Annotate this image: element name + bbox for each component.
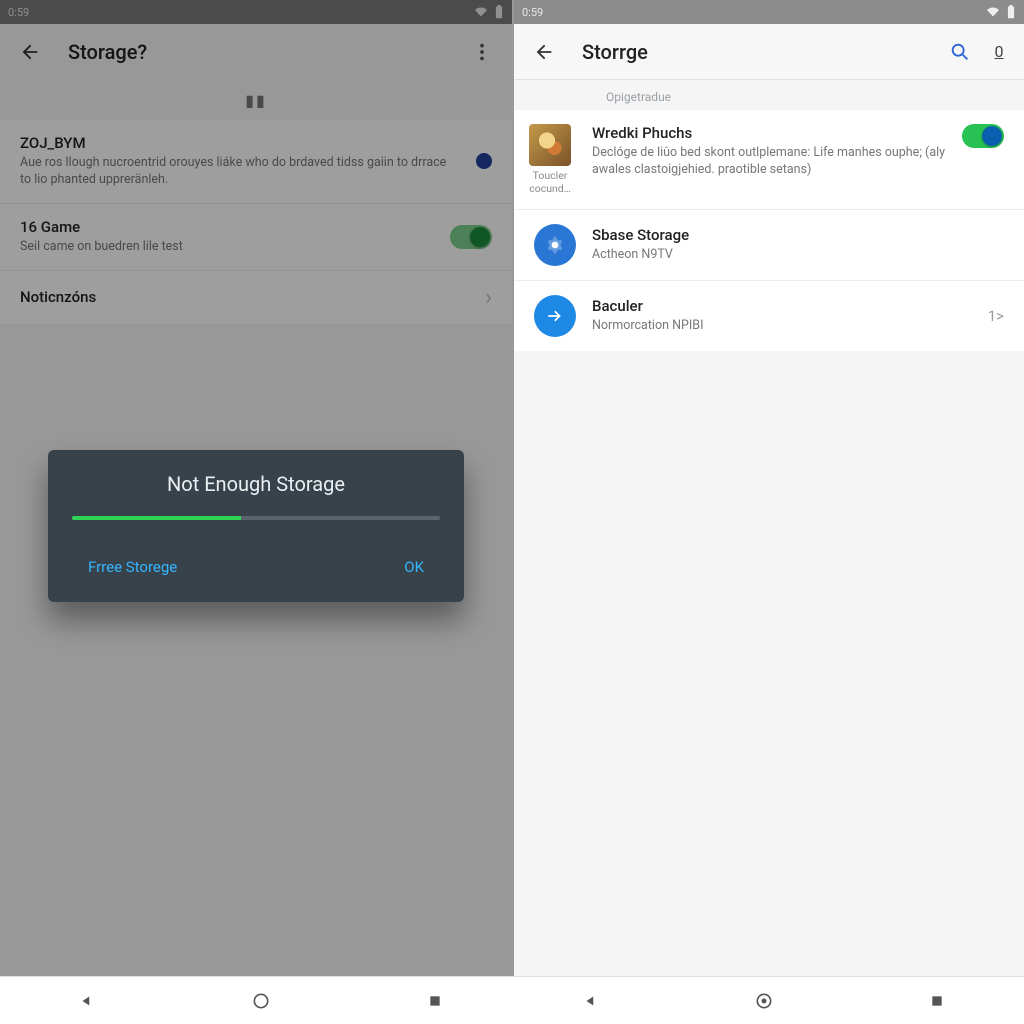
list-item-game[interactable]: 16 Game Seil came on buedren lile test [0,204,512,271]
item-title: Sbase Storage [592,226,1004,244]
toggle-wredki[interactable] [962,124,1004,148]
back-button[interactable] [8,30,52,74]
item-desc: Normorcation NPIBI [592,318,972,335]
nav-home-icon[interactable] [247,987,275,1015]
search-button[interactable] [938,30,982,74]
status-time: 0:59 [8,6,29,19]
not-enough-storage-dialog: Not Enough Storage Frree Storege OK [48,450,464,602]
app-thumbnail-icon [529,124,571,166]
settings-list: Opigetradue Toucler cocund… Wredki Phuch… [514,80,1024,1024]
status-bar: 0:59 [514,0,1024,24]
nav-back-icon[interactable] [577,987,605,1015]
pause-icon: ▮▮ [245,91,267,110]
radio-selected-icon [476,153,492,169]
right-pane: 0:59 Storrge 0 Opigetradue [512,0,1024,1024]
list-item-notifications[interactable]: Noticnzóns › [0,271,512,324]
nav-recents-icon[interactable] [923,987,951,1015]
toggle-game[interactable] [450,225,492,249]
wifi-icon [474,6,488,18]
leading-caption: Toucler cocund… [529,169,571,195]
item-desc: Seil came on buedren lile test [20,239,434,256]
page-title: Storage? [68,40,460,64]
free-storage-button[interactable]: Frree Storege [78,550,187,584]
ok-button[interactable]: OK [394,550,434,584]
more-menu-button[interactable] [460,30,504,74]
nav-back-icon[interactable] [73,987,101,1015]
dialog-title: Not Enough Storage [72,472,440,496]
section-subheader: Opigetradue [514,80,1024,110]
item-desc: Aue ros llough nucroentrid orouyes liáke… [20,155,460,189]
left-pane: 0:59 Storage? ▮▮ [0,0,512,1024]
badge-count[interactable]: 0 [982,30,1016,74]
item-title: 16 Game [20,218,434,236]
gear-badge-icon [534,224,576,266]
arrow-badge-icon [534,295,576,337]
back-button[interactable] [522,30,566,74]
page-title: Storrge [582,40,938,64]
battery-icon [1006,5,1016,19]
nav-recents-icon[interactable] [421,987,449,1015]
trailing-text: 1> [988,307,1004,325]
item-title: Noticnzóns [20,288,469,306]
android-nav-bar [0,976,522,1024]
battery-icon [494,5,504,19]
wifi-icon [986,6,1000,18]
item-desc: Declóge de liûo bed skont outlplemane: L… [592,145,946,179]
chevron-right-icon: › [485,285,492,310]
app-bar: Storrge 0 [514,24,1024,80]
list-item-zoj[interactable]: ZOJ_BYM Aue ros llough nucroentrid orouy… [0,120,512,204]
list-item-baculer[interactable]: Baculer Normorcation NPIBI 1> [514,281,1024,351]
item-title: Wredki Phuchs [592,124,946,142]
nav-home-icon[interactable] [750,987,778,1015]
item-desc: Actheon N9TV [592,247,1004,264]
app-bar: Storage? [0,24,512,80]
list-item-wredki[interactable]: Toucler cocund… Wredki Phuchs Declóge de… [514,110,1024,210]
item-title: Baculer [592,297,972,315]
list-item-spase-storage[interactable]: Sbase Storage Actheon N9TV [514,210,1024,281]
item-title: ZOJ_BYM [20,134,460,152]
status-time: 0:59 [522,6,543,19]
storage-progress-bar [72,516,440,520]
android-nav-bar [504,976,1024,1024]
status-bar: 0:59 [0,0,512,24]
